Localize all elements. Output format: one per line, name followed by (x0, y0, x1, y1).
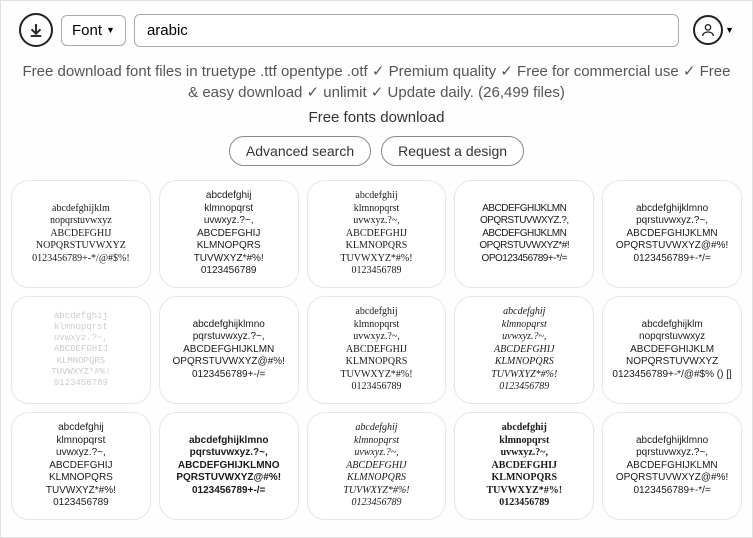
font-preview-text: abcdefghijklm nopqrstuvwxyz ABCDEFGHIJ N… (32, 203, 130, 266)
font-preview-text: abcdefghij klmnopqrst uvwxyz.?~, ABCDEFG… (46, 422, 116, 510)
font-preview-text: abcdefghijklm nopqrstuvwxyz ABCDEFGHIJKL… (612, 319, 731, 382)
font-card[interactable]: abcdefghijklmno pqrstuvwxyz.?~, ABCDEFGH… (159, 296, 299, 404)
font-card[interactable]: abcdefghijklmno pqrstuvwxyz.?~, ABCDEFGH… (159, 412, 299, 520)
font-card[interactable]: abcdefghijklmno pqrstuvwxyz.?~, ABCDEFGH… (602, 180, 742, 288)
request-design-button[interactable]: Request a design (381, 136, 524, 166)
font-preview-text: abcdefghij klmnopqrst uvwxyz.?~, ABCDEFG… (343, 422, 409, 510)
page-subtitle: Free fonts download (1, 105, 752, 136)
font-preview-text: abcdefghijklmno pqrstuvwxyz.?~, ABCDEFGH… (616, 203, 728, 266)
font-preview-text: ABCDEFGHIJKLMN OPQRSTUVWXYZ.?, ABCDEFGHI… (479, 203, 569, 266)
font-card[interactable]: abcdefghij klmnopqrst uvwxyz.?~, ABCDEFG… (307, 296, 447, 404)
chevron-down-icon: ▼ (725, 25, 734, 35)
font-grid: abcdefghijklm nopqrstuvwxyz ABCDEFGHIJ N… (1, 180, 752, 520)
font-preview-text: abcdefghijklmno pqrstuvwxyz.?~, ABCDEFGH… (616, 435, 728, 498)
font-card[interactable]: abcdefghij klmnopqrst uvwxyz.?~, ABCDEFG… (11, 412, 151, 520)
font-card[interactable]: abcdefghij klmnopqrst uvwxyz.?~, ABCDEFG… (454, 412, 594, 520)
tagline: Free download font files in truetype .tt… (1, 55, 752, 105)
font-preview-text: abcdefghij klmnopqrst uvwxyz.?~, ABCDEFG… (51, 311, 110, 390)
dropdown-label: Font (72, 22, 102, 39)
font-card[interactable]: ABCDEFGHIJKLMN OPQRSTUVWXYZ.?, ABCDEFGHI… (454, 180, 594, 288)
logo-download-icon[interactable] (19, 13, 53, 47)
font-card[interactable]: abcdefghijklm nopqrstuvwxyz ABCDEFGHIJ N… (11, 180, 151, 288)
user-menu[interactable]: ▼ (693, 15, 734, 45)
font-preview-text: abcdefghijklmno pqrstuvwxyz.?~, ABCDEFGH… (176, 435, 281, 498)
font-card[interactable]: abcdefghij klmnopqrst uvwxyz.?~, ABCDEFG… (159, 180, 299, 288)
font-card[interactable]: abcdefghij klmnopqrst uvwxyz.?~, ABCDEFG… (307, 412, 447, 520)
font-card[interactable]: abcdefghij klmnopqrst uvwxyz.?~, ABCDEFG… (11, 296, 151, 404)
action-button-row: Advanced search Request a design (1, 136, 752, 180)
font-card[interactable]: abcdefghijklm nopqrstuvwxyz ABCDEFGHIJKL… (602, 296, 742, 404)
font-preview-text: abcdefghij klmnopqrst uvwxyz.?~, ABCDEFG… (491, 306, 557, 394)
font-card[interactable]: abcdefghijklmno pqrstuvwxyz.?~, ABCDEFGH… (602, 412, 742, 520)
category-dropdown[interactable]: Font ▼ (61, 15, 126, 46)
top-bar: Font ▼ ▼ (1, 1, 752, 55)
search-input[interactable] (134, 14, 679, 47)
font-preview-text: abcdefghijklmno pqrstuvwxyz.?~, ABCDEFGH… (173, 319, 285, 382)
font-card[interactable]: abcdefghij klmnopqrst uvwxyz.?~, ABCDEFG… (307, 180, 447, 288)
font-preview-text: abcdefghij klmnopqrst uvwxyz.?~, ABCDEFG… (340, 306, 412, 394)
user-icon (693, 15, 723, 45)
font-preview-text: abcdefghij klmnopqrst uvwxyz.?~, ABCDEFG… (194, 190, 264, 278)
advanced-search-button[interactable]: Advanced search (229, 136, 371, 166)
font-card[interactable]: abcdefghij klmnopqrst uvwxyz.?~, ABCDEFG… (454, 296, 594, 404)
font-preview-text: abcdefghij klmnopqrst uvwxyz.?~, ABCDEFG… (487, 422, 563, 510)
chevron-down-icon: ▼ (106, 25, 115, 35)
font-preview-text: abcdefghij klmnopqrst uvwxyz.?~, ABCDEFG… (340, 190, 412, 278)
